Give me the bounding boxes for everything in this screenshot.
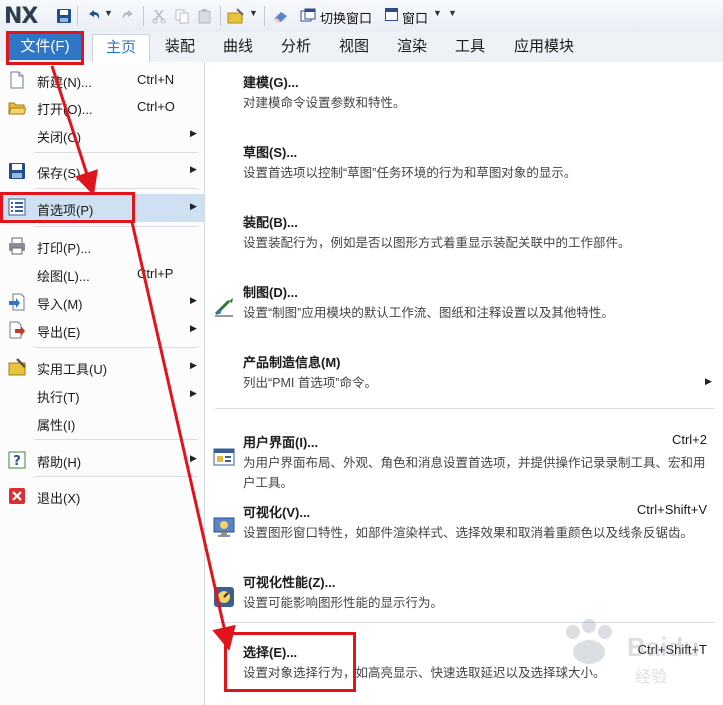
annotation-arrows bbox=[50, 65, 236, 651]
annotation-arrow bbox=[50, 65, 98, 196]
annotation-arrow bbox=[130, 221, 236, 651]
